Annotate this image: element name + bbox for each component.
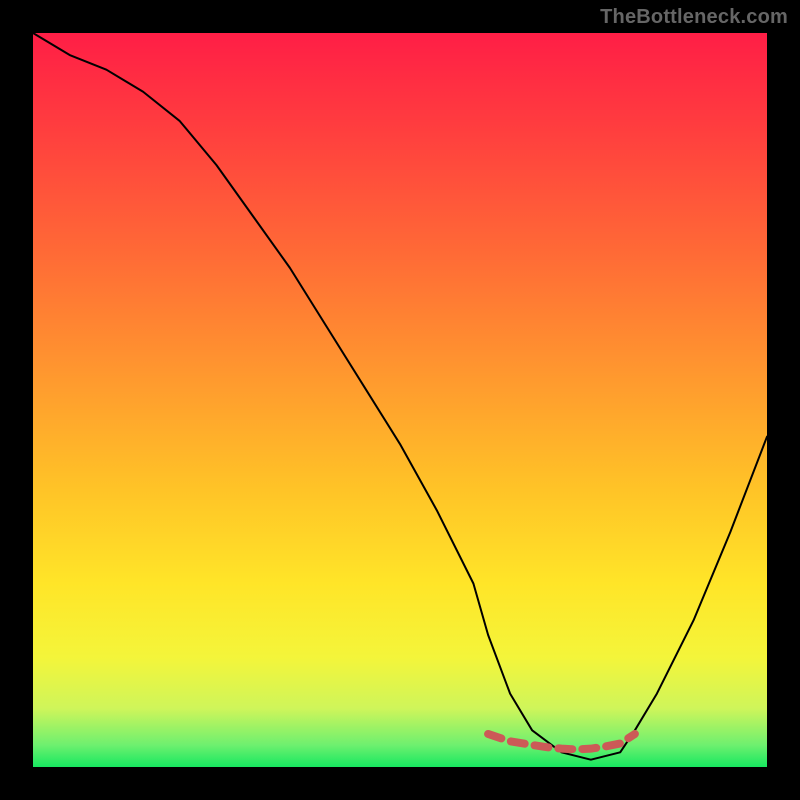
chart-frame: TheBottleneck.com — [0, 0, 800, 800]
plot-area — [33, 33, 767, 767]
optimal-range-highlight — [488, 734, 635, 749]
bottleneck-curve — [33, 33, 767, 760]
watermark-text: TheBottleneck.com — [600, 6, 788, 29]
curve-layer — [33, 33, 767, 767]
